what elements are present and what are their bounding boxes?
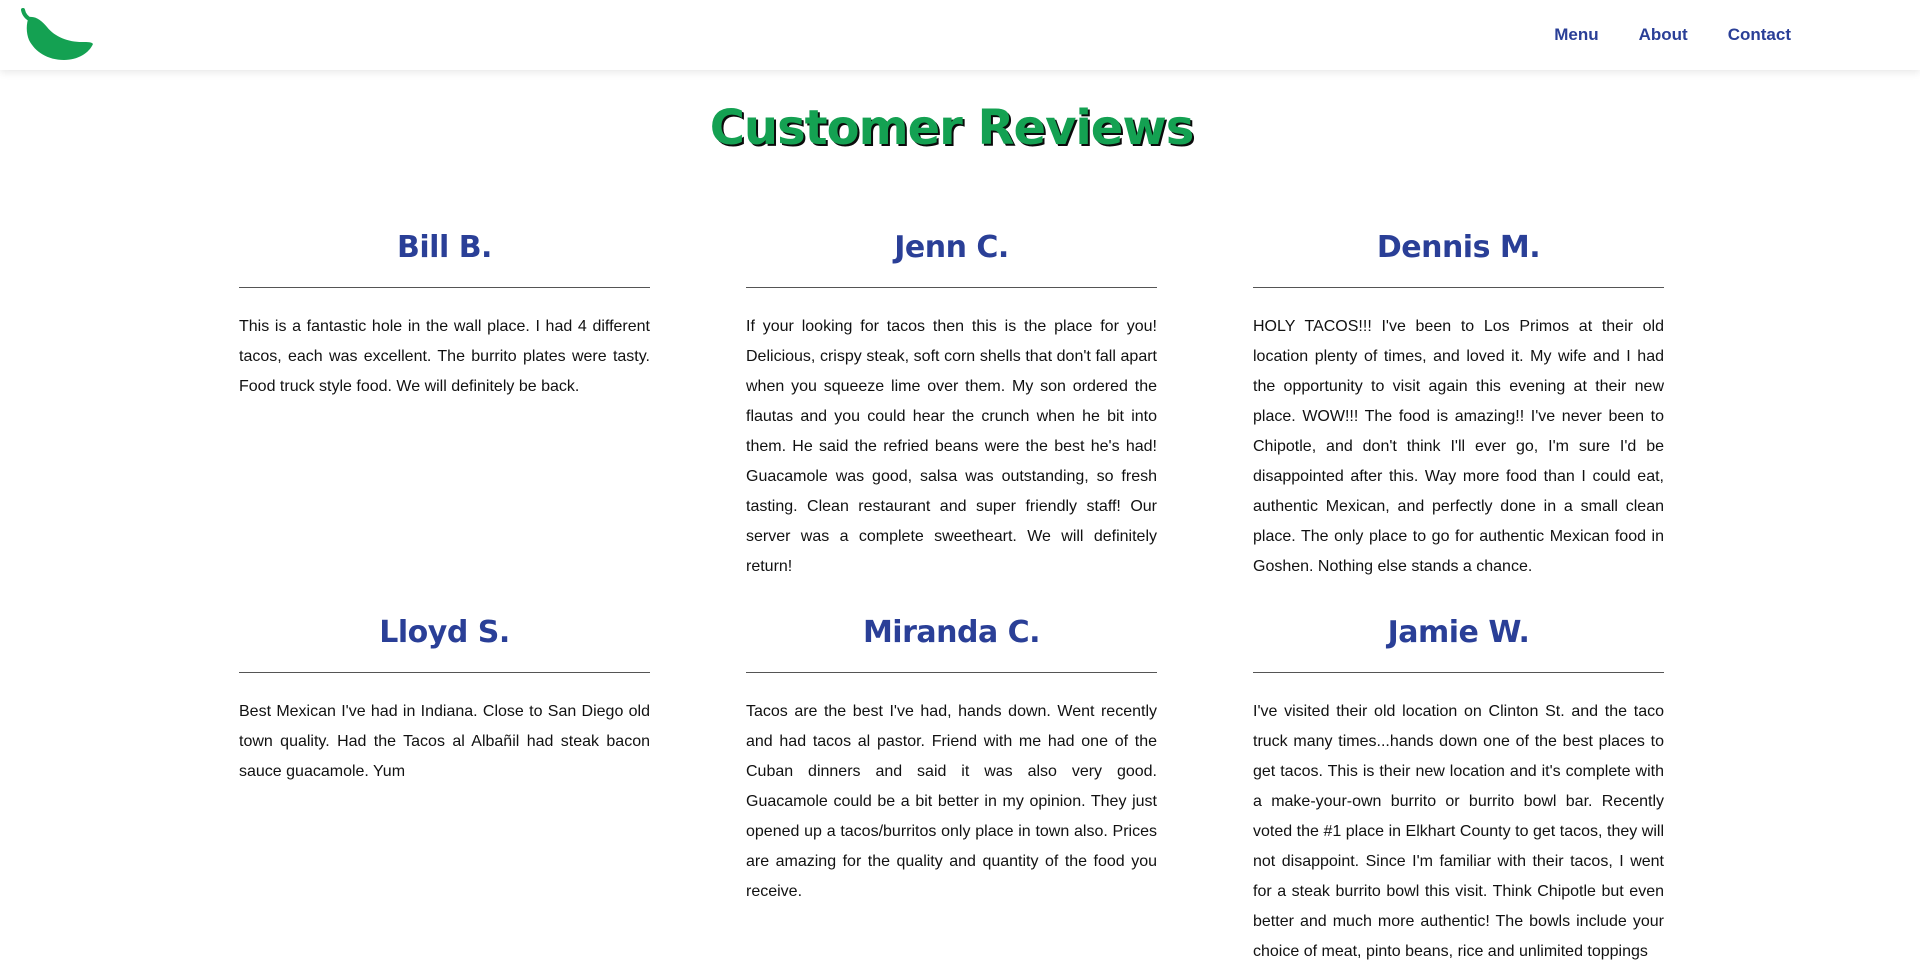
review-card: Bill B. This is a fantastic hole in the … [239, 225, 650, 402]
reviewer-name: Miranda C. [862, 615, 1041, 650]
reviewer-name: Jenn C. [894, 230, 1009, 265]
nav-menu-link[interactable]: Menu [1554, 25, 1598, 45]
review-text: Best Mexican I've had in Indiana. Close … [239, 703, 650, 780]
nav-about-link[interactable]: About [1639, 25, 1688, 45]
divider [1253, 287, 1664, 288]
review-card: Dennis M. HOLY TACOS!!! I've been to Los… [1253, 225, 1664, 582]
review-card: Jamie W. I've visited their old location… [1253, 610, 1664, 967]
reviewer-name: Jamie W. [1387, 615, 1530, 650]
review-text: This is a fantastic hole in the wall pla… [239, 318, 650, 395]
review-card: Miranda C. Tacos are the best I've had, … [746, 610, 1157, 907]
reviewer-name: Dennis M. [1376, 230, 1541, 265]
review-text: If your looking for tacos then this is t… [746, 318, 1157, 575]
page-title: Customer Reviews [709, 100, 1195, 156]
site-header: Menu About Contact [0, 0, 1920, 70]
chili-pepper-icon[interactable] [18, 4, 96, 62]
divider [746, 672, 1157, 673]
reviewer-name: Bill B. [397, 230, 492, 265]
review-text: Tacos are the best I've had, hands down.… [746, 703, 1157, 900]
divider [1253, 672, 1664, 673]
review-text: HOLY TACOS!!! I've been to Los Primos at… [1253, 318, 1664, 575]
nav-contact-link[interactable]: Contact [1728, 25, 1791, 45]
divider [239, 672, 650, 673]
review-text: I've visited their old location on Clint… [1253, 703, 1664, 960]
divider [239, 287, 650, 288]
divider [746, 287, 1157, 288]
reviewer-name: Lloyd S. [379, 615, 510, 650]
review-card: Lloyd S. Best Mexican I've had in Indian… [239, 610, 650, 787]
main-nav: Menu About Contact [1554, 25, 1791, 45]
review-card: Jenn C. If your looking for tacos then t… [746, 225, 1157, 582]
